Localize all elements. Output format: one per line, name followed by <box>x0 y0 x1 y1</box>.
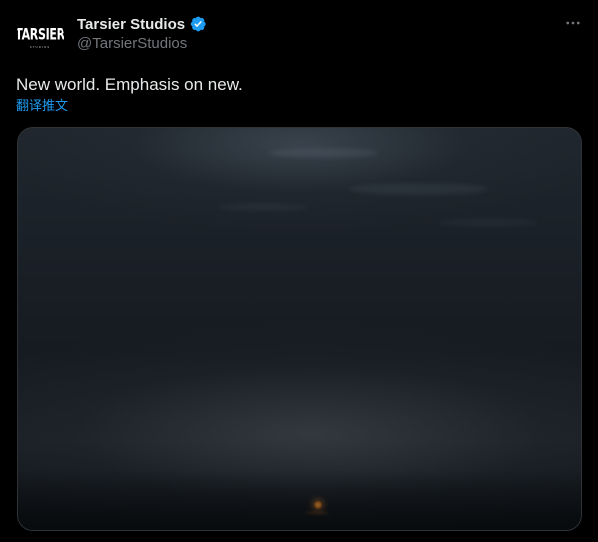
media-cloud-3 <box>218 203 308 211</box>
avatar-logo-text: TARSIER <box>16 25 64 44</box>
author-name-row: Tarsier Studios <box>77 14 207 34</box>
avatar[interactable]: TARSIER STUDIOS <box>16 13 64 61</box>
media-bottom-shadow <box>18 470 581 530</box>
verified-badge-svg <box>190 16 206 32</box>
author-handle[interactable]: @TarsierStudios <box>77 35 187 52</box>
display-name[interactable]: Tarsier Studios <box>77 16 185 33</box>
translate-tweet-link[interactable]: 翻译推文 <box>16 98 68 114</box>
verified-badge-icon <box>189 15 207 33</box>
tweet: TARSIER STUDIOS Tarsier Studios @Tarsier… <box>0 0 598 542</box>
tweet-media-image[interactable] <box>17 127 582 531</box>
tweet-text: New world. Emphasis on new. <box>16 75 243 94</box>
more-options-button[interactable] <box>562 12 584 34</box>
media-cloud-1 <box>268 148 378 158</box>
avatar-logo-subtext: STUDIOS <box>29 45 51 49</box>
more-horizontal-icon <box>566 21 580 25</box>
media-cloud-2 <box>348 183 488 195</box>
media-cloud-4 <box>438 218 538 227</box>
